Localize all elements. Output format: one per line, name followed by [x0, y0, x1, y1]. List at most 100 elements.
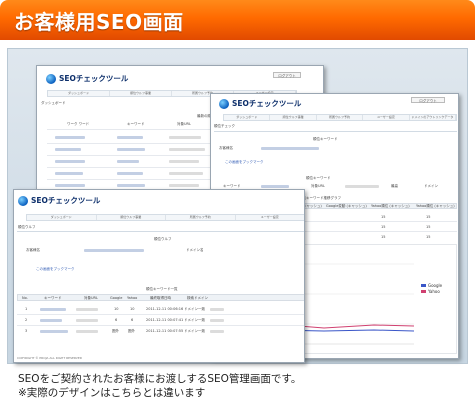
- mid-rank-label: 最高: [391, 184, 398, 188]
- nav-dashboard[interactable]: ダッシュボード: [224, 115, 271, 120]
- mid-row-y: 15: [381, 225, 386, 229]
- row-no: 3: [25, 329, 28, 333]
- legend-yahoo-swatch: [421, 290, 426, 293]
- back-rule: [47, 155, 215, 156]
- front-col-date: 最終取得日時: [150, 296, 171, 300]
- nav-dashboard[interactable]: ダッシュボード: [48, 91, 110, 96]
- back-blur[interactable]: [55, 136, 85, 139]
- mid-subheading: 順位キーワード: [313, 137, 338, 141]
- back-rule: [47, 179, 215, 180]
- back-blur[interactable]: [117, 136, 143, 139]
- nav-wolf[interactable]: 所属ウルフ予約: [166, 215, 236, 220]
- row-extra: [210, 308, 224, 311]
- back-col-2: キーワード: [127, 122, 145, 126]
- nav-dashboard[interactable]: ダッシュボード: [27, 215, 97, 220]
- mid-breadcrumb: 順位チェック: [214, 124, 235, 128]
- front-col-kw: キーワード: [44, 296, 62, 300]
- nav-user[interactable]: ユーザー設定: [236, 215, 305, 220]
- back-blur: [169, 148, 205, 151]
- row-date: 2011-12-11 00:07:41: [146, 318, 184, 322]
- mid-keyword-section: 順位キーワード: [306, 176, 331, 180]
- row-yahoo: 6: [131, 318, 134, 322]
- row-domain: ドメイン一致: [184, 329, 205, 333]
- back-blur[interactable]: [117, 160, 139, 163]
- row-yahoo: 圏外: [128, 329, 135, 333]
- app-logo-text: SEOチェックツール: [59, 74, 129, 83]
- app-logo: SEOチェックツール: [18, 195, 100, 206]
- nav-rank[interactable]: 順位ウルフ事業: [110, 91, 172, 96]
- nav-domain[interactable]: ドメインのアウトリンクデータ: [410, 115, 457, 120]
- back-blur[interactable]: [55, 184, 85, 187]
- row-url: [76, 308, 98, 311]
- back-col-3: 対象URL: [177, 122, 191, 126]
- mid-row-y2: 15: [426, 215, 431, 219]
- front-nav: ダッシュボード 順位ウルフ事業 所属ウルフ予約 ユーザー設定: [26, 214, 305, 221]
- row-domain: ドメイン一致: [184, 318, 205, 322]
- caption-line-1: SEOをご契約されたお客様にお渡しするSEO管理画面です。: [18, 373, 302, 385]
- nav-wolf[interactable]: 所属ウルフ予約: [317, 115, 364, 120]
- row-no: 1: [25, 307, 28, 311]
- back-blur: [169, 136, 201, 139]
- back-blur: [169, 172, 203, 175]
- row-keyword[interactable]: [40, 330, 68, 333]
- back-col-1: ワ‍ーク ワ‍ード: [67, 122, 90, 126]
- app-logo: SEOチェックツール: [46, 73, 128, 84]
- mid-user-label: お客様名: [219, 146, 233, 150]
- row-url: [76, 319, 98, 322]
- row-date: 2011-12-11 00:06:16: [146, 307, 184, 311]
- front-bookmark-link[interactable]: この画面をブックマーク: [36, 267, 75, 272]
- mid-chart-header: 順位キーワード推移グラフ: [299, 196, 341, 200]
- row-no: 2: [25, 318, 28, 322]
- logout-button[interactable]: ログアウト: [273, 72, 301, 78]
- back-blur[interactable]: [55, 148, 81, 151]
- back-rule: [47, 143, 215, 144]
- row-keyword[interactable]: [40, 308, 66, 311]
- mid-row-y2: 15: [426, 235, 431, 239]
- app-logo-text: SEOチェックツール: [232, 99, 302, 108]
- back-rule: [47, 129, 215, 130]
- front-col-google: Google: [110, 296, 123, 300]
- row-date: 2011-12-11 00:07:55: [146, 329, 184, 333]
- mid-nav: ダッシュボード 順位ウルフ事業 所属ウルフ予約 ユーザー設定 ドメインのアウトリ…: [223, 114, 457, 121]
- logout-button[interactable]: ログアウト: [411, 97, 445, 103]
- front-col-url: 対象URL: [84, 296, 98, 300]
- back-blur[interactable]: [117, 184, 145, 187]
- front-rule: [17, 314, 304, 315]
- nav-rank[interactable]: 順位ウルフ事業: [97, 215, 166, 220]
- front-window: SEOチェックツール ダッシュボード 順位ウルフ事業 所属ウルフ予約 ユーザー設…: [13, 189, 305, 363]
- row-domain: ドメイン一致: [184, 307, 205, 311]
- app-logo-text: SEOチェックツール: [31, 196, 101, 205]
- row-google: 10: [114, 307, 119, 311]
- nav-rank[interactable]: 順位ウルフ事業: [270, 115, 317, 120]
- legend-yahoo: Yahoo: [427, 289, 440, 294]
- back-breadcrumb: ダッシュボード: [41, 101, 66, 105]
- row-yahoo: 10: [130, 307, 135, 311]
- front-rule: [17, 325, 304, 326]
- front-col-no: No.: [22, 296, 28, 300]
- mid-col: Yahoo順位 (キャッシュ): [416, 204, 455, 208]
- back-blur[interactable]: [55, 172, 83, 175]
- front-user-label: お客様名: [26, 248, 40, 252]
- logo-globe-icon: [18, 195, 28, 206]
- mid-domain-label: ドメイン: [424, 184, 438, 188]
- row-keyword[interactable]: [40, 319, 62, 322]
- front-user-value: [84, 249, 144, 252]
- front-section: 順位ウルフ: [154, 237, 172, 241]
- front-footer: COPYRIGHT © PROJA ALL RIGHT RESERVED: [17, 356, 83, 360]
- mid-user-value: [261, 147, 319, 150]
- row-url: [76, 330, 98, 333]
- back-blur[interactable]: [117, 148, 145, 151]
- mid-url-label: 対象URL: [311, 184, 325, 188]
- row-google: 6: [115, 318, 118, 322]
- back-blur[interactable]: [55, 160, 85, 163]
- front-col-domain: 検索ドメイン: [187, 296, 208, 300]
- mid-bookmark-link[interactable]: この画面をブックマーク: [225, 160, 264, 165]
- nav-user[interactable]: ユーザー設定: [363, 115, 410, 120]
- front-bar: [17, 231, 304, 232]
- mid-keyword-value: [261, 185, 289, 188]
- title-banner: お客様用SEO画面: [0, 0, 475, 40]
- front-col-yahoo: Yahoo: [127, 296, 138, 300]
- front-domain-label: ドメイン名: [186, 248, 204, 252]
- back-blur[interactable]: [117, 172, 143, 175]
- mid-col: Google変動 (キャッシュ): [326, 204, 367, 208]
